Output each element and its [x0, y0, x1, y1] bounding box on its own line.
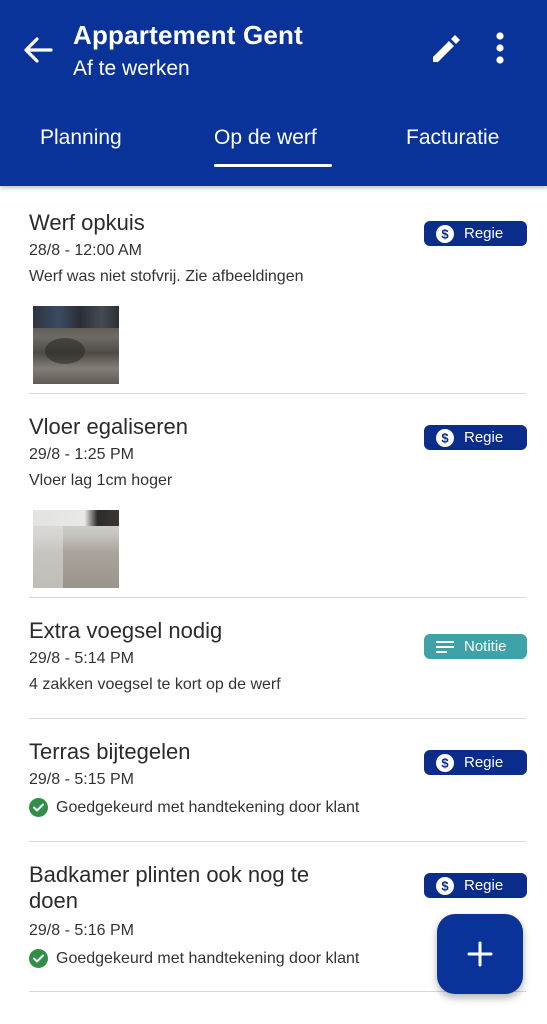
item-photo[interactable]: [33, 510, 119, 588]
plus-icon: [467, 941, 493, 967]
badge-label: Regie: [464, 225, 504, 242]
item-title: Werf opkuis: [29, 210, 145, 235]
add-entry-button[interactable]: [437, 914, 523, 994]
regie-badge: $ Regie: [424, 750, 527, 775]
dollar-circle-icon: $: [436, 876, 454, 895]
item-description: Vloer lag 1cm hoger: [29, 472, 173, 489]
svg-text:$: $: [441, 878, 449, 893]
approval-status: Goedgekeurd met handtekening door klant: [29, 798, 359, 817]
dollar-circle-icon: $: [436, 753, 454, 772]
page-title: Appartement Gent: [73, 20, 304, 50]
regie-badge: $ Regie: [424, 425, 527, 450]
item-title: Extra voegsel nodig: [29, 618, 223, 643]
list-item-werf-opkuis[interactable]: Werf opkuis 28/8 - 12:00 AM Werf was nie…: [0, 186, 547, 394]
item-date: 29/8 - 5:16 PM: [29, 922, 134, 939]
svg-text:$: $: [441, 755, 449, 770]
badge-label: Regie: [464, 754, 504, 771]
item-date: 28/8 - 12:00 AM: [29, 242, 142, 259]
badge-label: Regie: [464, 877, 504, 894]
regie-badge: $ Regie: [424, 221, 527, 246]
edit-button[interactable]: [424, 28, 468, 68]
item-date: 29/8 - 1:25 PM: [29, 446, 134, 463]
approval-text: Goedgekeurd met handtekening door klant: [56, 798, 360, 816]
svg-text:$: $: [441, 430, 449, 445]
regie-badge: $ Regie: [424, 873, 527, 898]
pencil-icon: [433, 35, 460, 62]
approval-text: Goedgekeurd met handtekening door klant: [56, 949, 360, 967]
arrow-back-icon: [24, 37, 53, 63]
approval-status: Goedgekeurd met handtekening door klant: [29, 949, 359, 968]
list-item-vloer-egaliseren[interactable]: Vloer egaliseren 29/8 - 1:25 PM Vloer la…: [0, 394, 547, 598]
check-circle-icon: [29, 798, 48, 817]
check-circle-icon: [29, 949, 48, 968]
tab-indicator: [214, 164, 332, 167]
page-subtitle: Af te werken: [73, 57, 190, 80]
list-item-terras-bijtegelen[interactable]: Terras bijtegelen 29/8 - 5:15 PM Goedgek…: [0, 719, 547, 842]
more-options-button[interactable]: [484, 28, 516, 68]
more-vert-icon: [496, 32, 504, 64]
item-title-line-1: Badkamer plinten ook nog te: [29, 862, 310, 887]
svg-text:$: $: [441, 226, 449, 241]
dollar-circle-icon: $: [436, 428, 454, 447]
back-button[interactable]: [18, 30, 58, 70]
tab-facturatie[interactable]: Facturatie: [406, 126, 499, 150]
item-title: Terras bijtegelen: [29, 739, 191, 764]
app-bar: Appartement Gent Af te werken Planning O…: [0, 0, 547, 186]
tab-op-de-werf[interactable]: Op de werf: [214, 126, 317, 150]
item-title: Vloer egaliseren: [29, 414, 188, 439]
item-date: 29/8 - 5:14 PM: [29, 650, 134, 667]
item-description: Werf was niet stofvrij. Zie afbeeldingen: [29, 268, 304, 285]
item-photo[interactable]: [33, 306, 119, 384]
badge-label: Regie: [464, 429, 504, 446]
item-description: 4 zakken voegsel te kort op de werf: [29, 676, 281, 693]
item-title-line-2: doen: [29, 888, 78, 913]
notitie-badge: Notitie: [424, 634, 527, 659]
item-date: 29/8 - 5:15 PM: [29, 771, 134, 788]
dollar-circle-icon: $: [436, 224, 454, 243]
list-item-extra-voegsel[interactable]: Extra voegsel nodig 29/8 - 5:14 PM 4 zak…: [0, 598, 547, 719]
tab-planning[interactable]: Planning: [40, 126, 122, 150]
notes-icon: [436, 640, 454, 653]
badge-label: Notitie: [464, 638, 507, 655]
